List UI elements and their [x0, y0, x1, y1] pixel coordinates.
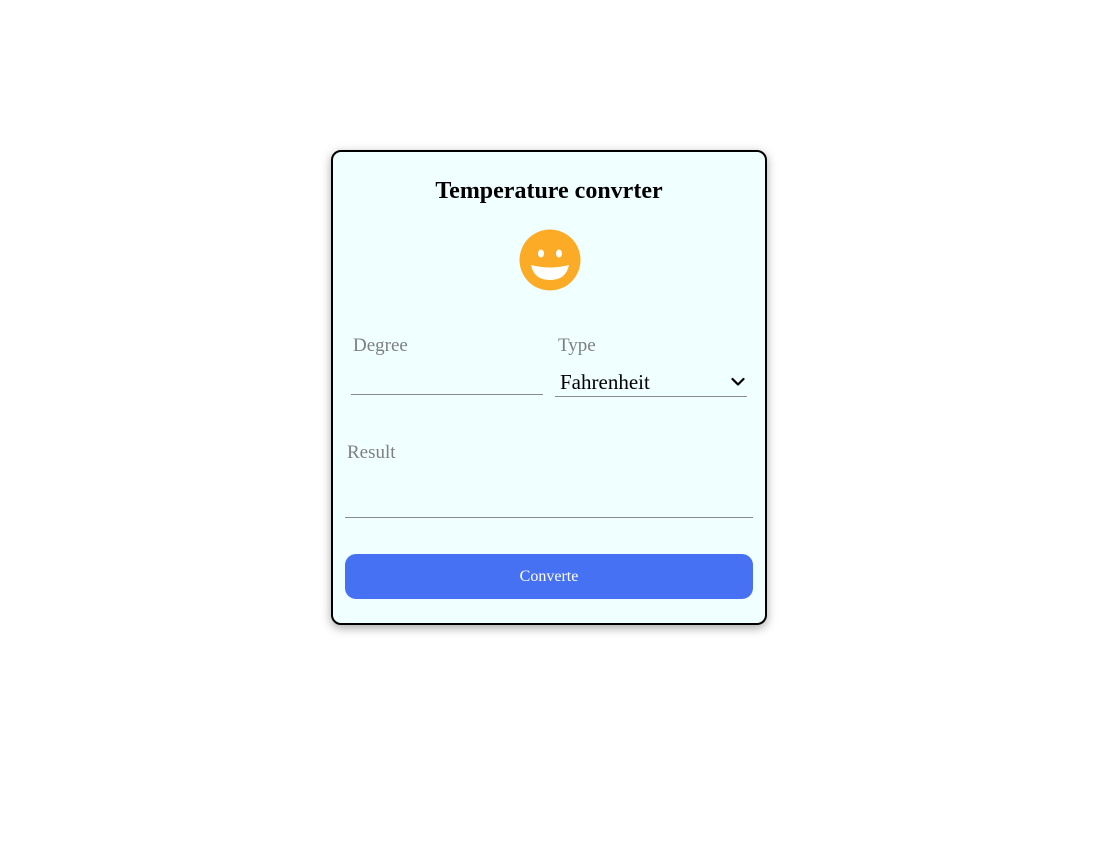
page-title: Temperature convrter [435, 178, 663, 204]
chevron-down-icon [731, 377, 745, 386]
converter-card: Temperature convrter Degree Type Fahrenh… [331, 150, 767, 625]
convert-button[interactable]: Converte [345, 554, 753, 599]
type-select-value: Fahrenheit [560, 370, 650, 394]
result-field[interactable] [345, 488, 753, 518]
type-label: Type [558, 335, 596, 356]
degree-label: Degree [353, 335, 408, 356]
grinning-face-icon [519, 229, 581, 291]
type-select[interactable]: Fahrenheit [555, 369, 747, 397]
degree-input[interactable] [351, 369, 543, 395]
result-label: Result [347, 442, 396, 463]
